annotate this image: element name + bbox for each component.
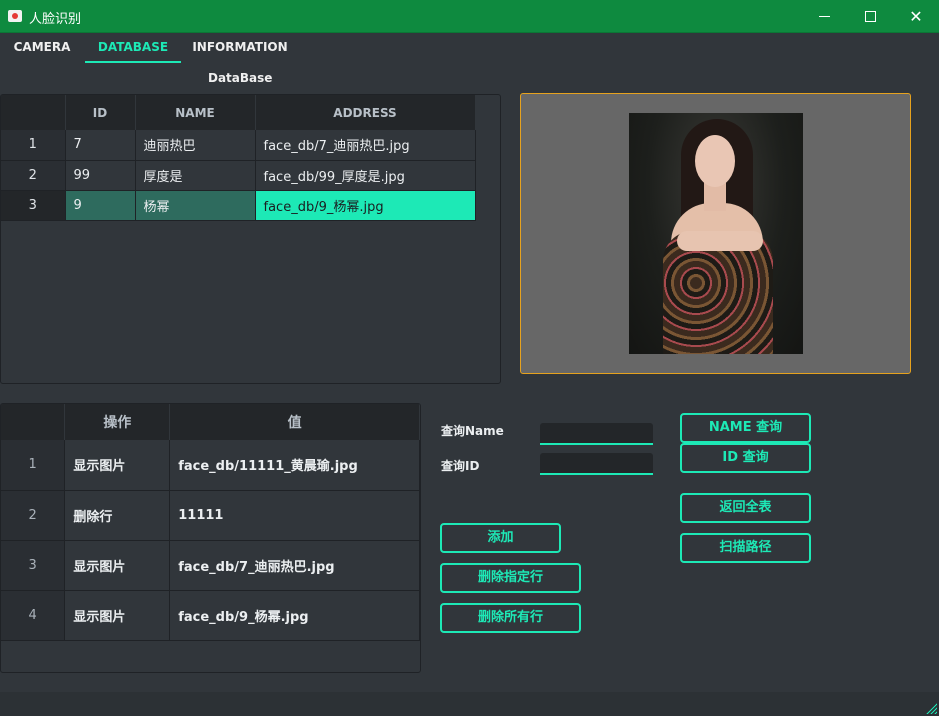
table-row-selected[interactable]: 3 9 杨幂 face_db/9_杨幂.jpg: [1, 190, 476, 221]
cell-id[interactable]: 9: [65, 190, 136, 221]
row-number[interactable]: 2: [1, 490, 66, 541]
cell-name[interactable]: 杨幂: [135, 190, 256, 221]
minimize-button[interactable]: [801, 0, 847, 33]
tab-bar: CAMERA DATABASE INFORMATION: [0, 33, 939, 63]
query-id-label: 查询ID: [441, 459, 480, 473]
row-number[interactable]: 4: [1, 590, 66, 641]
column-header-id[interactable]: ID: [65, 95, 136, 130]
column-header-address[interactable]: ADDRESS: [255, 95, 476, 130]
cell-operation[interactable]: 显示图片: [64, 590, 171, 641]
tab-database[interactable]: DATABASE: [85, 33, 181, 63]
cell-value[interactable]: face_db/7_迪丽热巴.jpg: [169, 540, 420, 591]
table-row[interactable]: 1 7 迪丽热巴 face_db/7_迪丽热巴.jpg: [1, 130, 476, 161]
cell-value[interactable]: face_db/9_杨幂.jpg: [169, 590, 420, 641]
column-header-name[interactable]: NAME: [135, 95, 256, 130]
delete-row-button[interactable]: 删除指定行: [440, 563, 581, 593]
tab-information[interactable]: INFORMATION: [188, 33, 292, 63]
window-title: 人脸识别: [29, 12, 82, 27]
cell-name[interactable]: 迪丽热巴: [135, 130, 256, 161]
query-name-input[interactable]: [540, 423, 653, 445]
status-bar: [0, 692, 939, 716]
column-header-operation[interactable]: 操作: [64, 404, 171, 440]
scan-path-button[interactable]: 扫描路径: [680, 533, 811, 563]
name-query-button[interactable]: NAME 查询: [680, 413, 811, 443]
image-preview: [520, 93, 911, 374]
cell-id[interactable]: 99: [65, 160, 136, 191]
table-row[interactable]: 2 99 厚度是 face_db/99_厚度是.jpg: [1, 160, 476, 191]
log-row[interactable]: 2 删除行 11111: [1, 490, 420, 541]
cell-address[interactable]: face_db/7_迪丽热巴.jpg: [255, 130, 476, 161]
title-bar: 人脸识别 ✕: [0, 0, 939, 33]
camera-app-icon: [8, 10, 22, 22]
database-table[interactable]: ID NAME ADDRESS 1 7 迪丽热巴 face_db/7_迪丽热巴.…: [0, 94, 501, 384]
corner-header: [1, 404, 66, 440]
row-number[interactable]: 1: [1, 440, 66, 491]
log-row[interactable]: 4 显示图片 face_db/9_杨幂.jpg: [1, 590, 420, 641]
log-row[interactable]: 1 显示图片 face_db/11111_黄晨瑜.jpg: [1, 440, 420, 491]
cell-value[interactable]: 11111: [169, 490, 420, 541]
cell-address[interactable]: face_db/99_厚度是.jpg: [255, 160, 476, 191]
database-table-header: ID NAME ADDRESS: [1, 95, 476, 130]
return-all-button[interactable]: 返回全表: [680, 493, 811, 523]
cell-name[interactable]: 厚度是: [135, 160, 256, 191]
face-photo: [629, 113, 803, 354]
cell-value[interactable]: face_db/11111_黄晨瑜.jpg: [169, 440, 420, 491]
delete-all-button[interactable]: 删除所有行: [440, 603, 581, 633]
tab-camera[interactable]: CAMERA: [6, 33, 78, 63]
row-number[interactable]: 2: [1, 160, 66, 191]
cell-id[interactable]: 7: [65, 130, 136, 161]
row-number[interactable]: 3: [1, 540, 66, 591]
query-id-input[interactable]: [540, 453, 653, 475]
column-header-value[interactable]: 值: [169, 404, 420, 440]
corner-header: [1, 95, 66, 130]
operation-log-table[interactable]: 操作 值 1 显示图片 face_db/11111_黄晨瑜.jpg 2 删除行 …: [0, 403, 421, 673]
cell-operation[interactable]: 显示图片: [64, 440, 171, 491]
add-button[interactable]: 添加: [440, 523, 561, 553]
log-table-header: 操作 值: [1, 404, 420, 440]
close-button[interactable]: ✕: [893, 0, 939, 33]
query-name-label: 查询Name: [441, 424, 504, 438]
id-query-button[interactable]: ID 查询: [680, 443, 811, 473]
database-caption: DataBase: [208, 71, 273, 85]
maximize-button[interactable]: [847, 0, 893, 33]
resize-grip-icon[interactable]: [925, 702, 937, 714]
log-row[interactable]: 3 显示图片 face_db/7_迪丽热巴.jpg: [1, 540, 420, 591]
cell-operation[interactable]: 显示图片: [64, 540, 171, 591]
row-number[interactable]: 1: [1, 130, 66, 161]
cell-operation[interactable]: 删除行: [64, 490, 171, 541]
row-number[interactable]: 3: [1, 190, 66, 221]
cell-address[interactable]: face_db/9_杨幂.jpg: [255, 190, 476, 221]
